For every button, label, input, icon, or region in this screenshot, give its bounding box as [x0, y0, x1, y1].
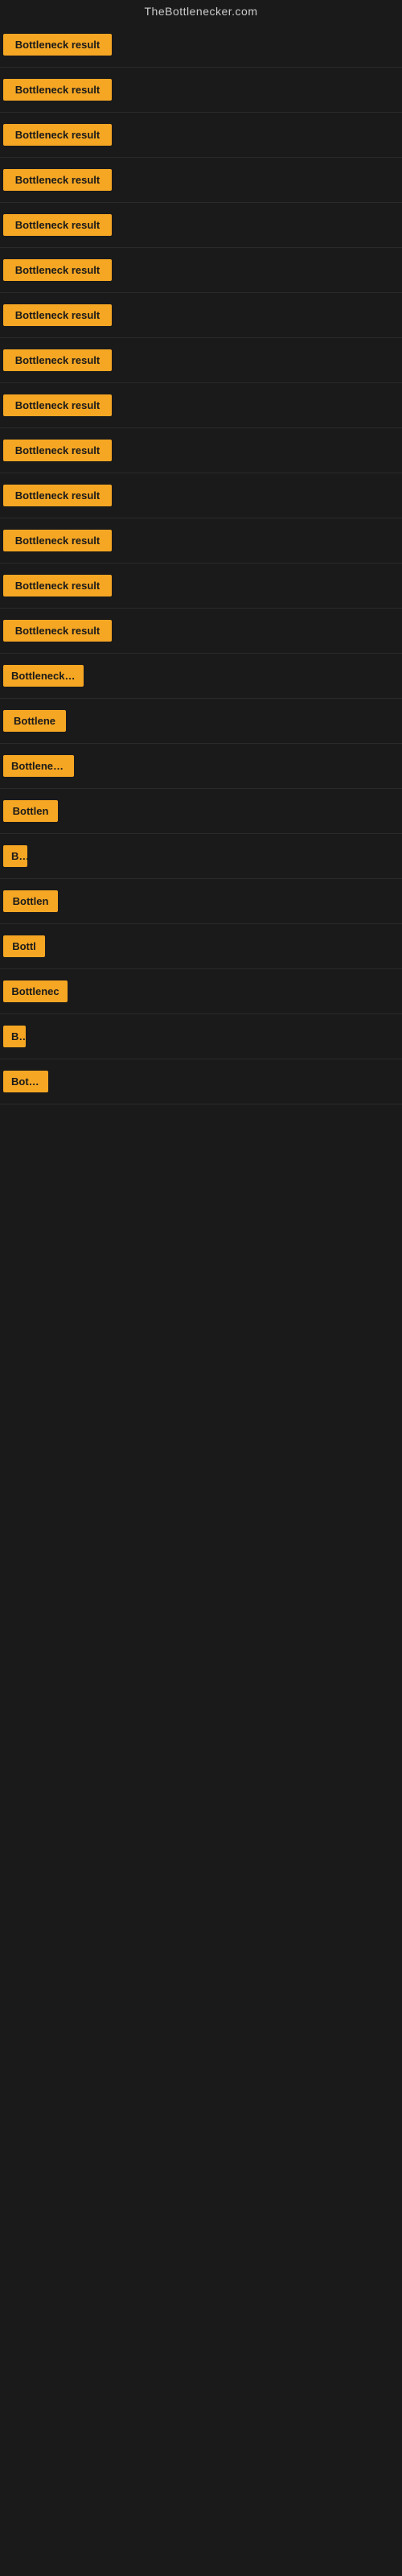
- bottleneck-result-button[interactable]: Bottlenec: [3, 980, 68, 1002]
- button-row: Bottleneck result: [0, 609, 402, 654]
- bottleneck-result-button[interactable]: Bottleneck result: [3, 575, 112, 597]
- button-row: Bo: [0, 1014, 402, 1059]
- bottleneck-result-button[interactable]: Bottleneck result: [3, 124, 112, 146]
- button-row: Bottleneck result: [0, 338, 402, 383]
- bottleneck-result-button[interactable]: Bottleneck re: [3, 665, 84, 687]
- button-row: Bottleneck re: [0, 654, 402, 699]
- bottleneck-result-button[interactable]: Bottleneck result: [3, 620, 112, 642]
- bottleneck-result-button[interactable]: Bottleneck result: [3, 214, 112, 236]
- button-row: Bottlen: [0, 879, 402, 924]
- bottleneck-result-button[interactable]: Bottleneck result: [3, 485, 112, 506]
- bottleneck-result-button[interactable]: Bottleneck result: [3, 349, 112, 371]
- bottleneck-result-button[interactable]: Bottlen: [3, 890, 58, 912]
- button-row: Bottleneck result: [0, 428, 402, 473]
- bottleneck-result-button[interactable]: Bottleneck result: [3, 259, 112, 281]
- bottleneck-result-button[interactable]: Bottlen: [3, 800, 58, 822]
- button-row: Bottlene: [0, 699, 402, 744]
- bottleneck-result-button[interactable]: Bottleneck result: [3, 169, 112, 191]
- button-row: Bo: [0, 834, 402, 879]
- button-row: Bottleneck r: [0, 744, 402, 789]
- button-row: Bottle: [0, 1059, 402, 1104]
- button-row: Bottl: [0, 924, 402, 969]
- bottleneck-result-button[interactable]: Bottleneck result: [3, 34, 112, 56]
- button-row: Bottleneck result: [0, 248, 402, 293]
- bottleneck-result-button[interactable]: Bottleneck result: [3, 530, 112, 551]
- button-row: Bottleneck result: [0, 203, 402, 248]
- button-row: Bottleneck result: [0, 518, 402, 564]
- bottleneck-result-button[interactable]: Bottleneck result: [3, 440, 112, 461]
- bottleneck-result-button[interactable]: Bo: [3, 845, 27, 867]
- bottleneck-result-button[interactable]: Bottleneck result: [3, 394, 112, 416]
- bottleneck-result-button[interactable]: Bo: [3, 1026, 26, 1047]
- bottleneck-result-button[interactable]: Bottleneck result: [3, 304, 112, 326]
- button-row: Bottleneck result: [0, 158, 402, 203]
- button-row: Bottlenec: [0, 969, 402, 1014]
- bottleneck-result-button[interactable]: Bottlene: [3, 710, 66, 732]
- button-row: Bottleneck result: [0, 473, 402, 518]
- bottleneck-result-button[interactable]: Bottl: [3, 935, 45, 957]
- button-row: Bottleneck result: [0, 293, 402, 338]
- bottleneck-result-button[interactable]: Bottle: [3, 1071, 48, 1092]
- button-row: Bottleneck result: [0, 383, 402, 428]
- site-title: TheBottlenecker.com: [0, 0, 402, 23]
- button-row: Bottleneck result: [0, 564, 402, 609]
- button-row: Bottleneck result: [0, 113, 402, 158]
- button-row: Bottleneck result: [0, 68, 402, 113]
- button-row: Bottleneck result: [0, 23, 402, 68]
- bottleneck-result-button[interactable]: Bottleneck result: [3, 79, 112, 101]
- bottleneck-result-button[interactable]: Bottleneck r: [3, 755, 74, 777]
- button-row: Bottlen: [0, 789, 402, 834]
